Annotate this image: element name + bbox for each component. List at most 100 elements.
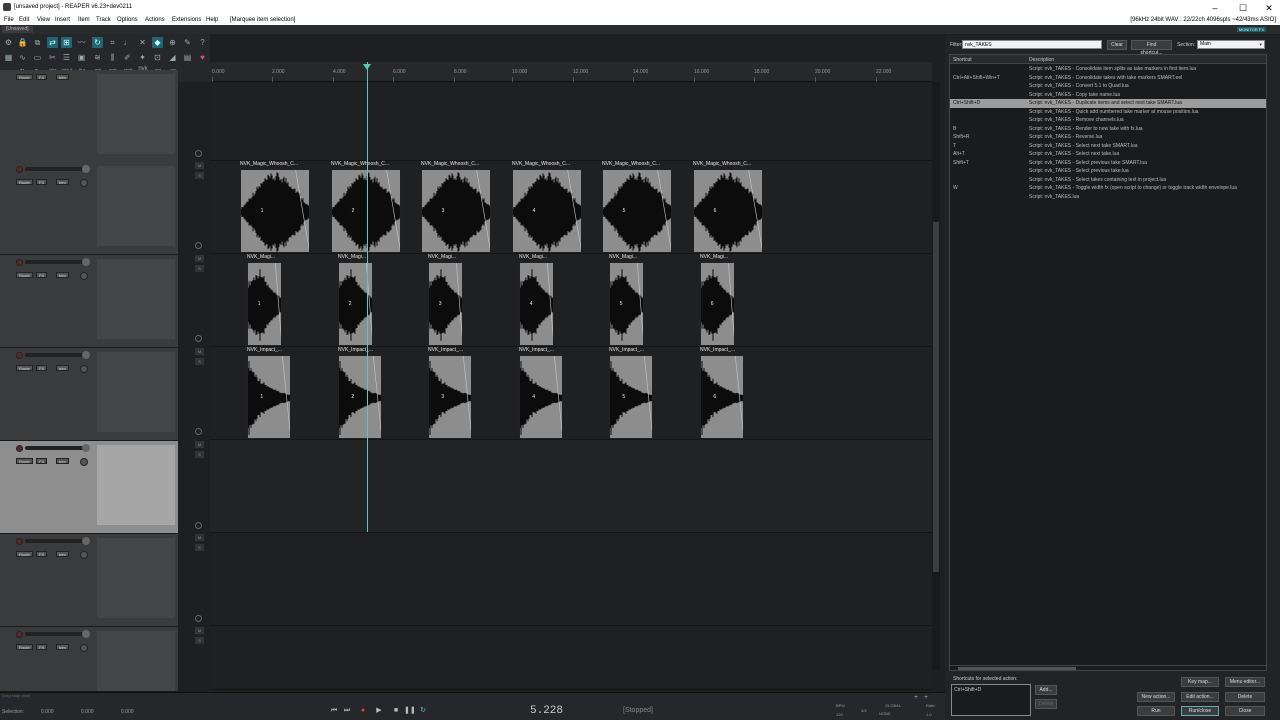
razor-icon[interactable]: ✂ — [47, 52, 58, 63]
mute-button[interactable]: M — [195, 162, 204, 169]
arrange-vertical-scrollbar[interactable] — [932, 82, 940, 670]
media-item[interactable]: 2 — [338, 355, 382, 439]
envelope-toggle-icon[interactable] — [195, 150, 202, 157]
mute-button[interactable]: M — [195, 627, 204, 634]
tools-icon[interactable]: ✎ — [182, 37, 193, 48]
media-item[interactable]: 5 — [609, 262, 644, 346]
action-row[interactable]: Alt+T Script: nvk_TAKES - Select next tak… — [950, 150, 1266, 159]
pan-knob[interactable] — [82, 630, 90, 638]
menu-editor-button[interactable]: Menu editor... — [1225, 677, 1265, 687]
record-arm-button[interactable] — [16, 166, 23, 173]
menu-help[interactable]: Help — [206, 17, 218, 23]
record-arm-icon[interactable]: ▤ — [182, 52, 193, 63]
media-item[interactable]: 5 — [609, 355, 653, 439]
solo-button[interactable]: S — [195, 358, 204, 365]
trim-button[interactable]: trim — [56, 458, 69, 464]
envelope-toggle-icon[interactable] — [195, 335, 202, 342]
track-name-field[interactable] — [97, 166, 175, 246]
record-arm-button[interactable] — [16, 259, 23, 266]
menu-view[interactable]: View — [37, 17, 50, 23]
pan-knob[interactable] — [82, 165, 90, 173]
trim-button[interactable]: trim — [56, 272, 69, 278]
delete-shortcut-button[interactable]: Delete — [1035, 699, 1057, 709]
action-row[interactable]: Script: nvk_TAKES - Select previous take… — [950, 167, 1266, 176]
fx-button[interactable]: FX — [36, 644, 48, 650]
repeat-icon[interactable]: ↻ — [418, 706, 428, 716]
menu-actions[interactable]: Actions — [145, 17, 165, 23]
close-window-button[interactable]: ✕ — [1256, 0, 1280, 16]
media-item[interactable]: 1 — [247, 355, 291, 439]
mute-button[interactable]: M — [195, 534, 204, 541]
action-row[interactable]: Shift+R Script: nvk_TAKES - Reverse.lua — [950, 133, 1266, 142]
action-row[interactable]: Script: nvk_TAKES - Remove channels.lua — [950, 116, 1266, 125]
split-icon[interactable]: ⧉ — [32, 37, 43, 48]
track-lane-6[interactable] — [210, 533, 932, 626]
track-2[interactable]: Route FX trim — [0, 162, 178, 255]
route-button[interactable]: Route — [16, 272, 33, 278]
record-icon[interactable]: ● — [358, 706, 368, 716]
shortcuts-for-selected-list[interactable]: Ctrl+Shift+D — [951, 684, 1031, 716]
run-close-button[interactable]: Run/close — [1181, 706, 1219, 716]
track-name-field[interactable] — [97, 631, 175, 691]
fx-button[interactable]: FX — [36, 551, 48, 557]
track-lane-4[interactable]: NVK_Impact_... 1 NVK_Impact_... 2 NVK_Impact… — [210, 347, 932, 440]
render-icon[interactable]: ▣ — [76, 52, 87, 63]
fx-button[interactable]: FX — [36, 365, 48, 371]
route-button[interactable]: Route — [16, 458, 33, 464]
wave-icon[interactable]: ∿ — [17, 52, 28, 63]
heart-icon[interactable]: ♥ — [197, 52, 208, 63]
star-icon[interactable]: ✦ — [137, 52, 148, 63]
clear-button[interactable]: Clear — [1107, 40, 1127, 50]
route-button[interactable]: Route — [16, 179, 33, 185]
action-row[interactable]: Script: nvk_TAKES.lua — [950, 193, 1266, 202]
action-row[interactable]: B Script: nvk_TAKES - Render to new take … — [950, 125, 1266, 134]
edit-action-button[interactable]: Edit action... — [1181, 692, 1219, 702]
track-name-field[interactable] — [97, 538, 175, 618]
track-lane-7[interactable] — [210, 626, 932, 690]
media-item[interactable]: 5 — [602, 169, 672, 253]
track-4[interactable]: Route FX trim — [0, 348, 178, 441]
zoom-in-icon[interactable]: + — [911, 693, 921, 703]
route-button[interactable]: Route — [16, 365, 33, 371]
scrollbar-thumb[interactable] — [933, 222, 939, 572]
metronome-icon[interactable]: ♩ — [122, 37, 133, 48]
pencil-icon[interactable]: ✐ — [122, 52, 133, 63]
action-row[interactable]: Script: nvk_TAKES - Quick add numbered t… — [950, 108, 1266, 117]
menu-edit[interactable]: Edit — [19, 17, 29, 23]
col-description-header[interactable]: Description — [1029, 57, 1054, 63]
track-6[interactable]: Route FX trim — [0, 534, 178, 627]
glue-icon[interactable]: ⊡ — [152, 52, 163, 63]
solo-button[interactable]: S — [195, 637, 204, 644]
mute-button[interactable]: M — [195, 255, 204, 262]
envelope-toggle-icon[interactable] — [195, 242, 202, 249]
fx-button[interactable]: FX — [36, 74, 48, 80]
fx-button[interactable]: FX — [36, 179, 48, 185]
media-item[interactable]: 6 — [700, 262, 735, 346]
envelope-toggle-icon[interactable] — [195, 615, 202, 622]
menu-options[interactable]: Options — [117, 17, 138, 23]
col-shortcut-header[interactable]: Shortcut — [953, 57, 972, 63]
io-button[interactable] — [80, 551, 88, 559]
pan-knob[interactable] — [82, 537, 90, 545]
zoom-out-icon[interactable]: + — [921, 693, 931, 703]
help-icon[interactable]: ? — [197, 37, 208, 48]
media-item[interactable]: 3 — [421, 169, 491, 253]
loop-icon[interactable]: ↻ — [92, 37, 103, 48]
envelope-icon[interactable]: 〰 — [76, 37, 87, 48]
pan-knob[interactable] — [82, 351, 90, 359]
arrange-view[interactable]: 0.000 2.000 4.000 6.000 8.000 10.000 12.… — [210, 62, 932, 690]
add-shortcut-button[interactable]: Add... — [1035, 685, 1057, 695]
volume-fader[interactable] — [25, 539, 85, 543]
key-map-button[interactable]: Key map... — [1181, 677, 1219, 687]
io-button[interactable] — [80, 179, 88, 187]
action-row[interactable]: Script: nvk_TAKES - Select takes contain… — [950, 176, 1266, 185]
menu-file[interactable]: File — [4, 17, 14, 23]
action-row[interactable]: T Script: nvk_TAKES - Select next take SM… — [950, 142, 1266, 151]
solo-button[interactable]: S — [195, 172, 204, 179]
action-row[interactable]: Shift+T Script: nvk_TAKES - Select previo… — [950, 159, 1266, 168]
media-item[interactable]: 4 — [512, 169, 582, 253]
selected-shortcut-entry[interactable]: Ctrl+Shift+D — [954, 687, 981, 693]
crossfade-icon[interactable]: ✕ — [137, 37, 148, 48]
audio-device-status[interactable]: [96kHz 24bit WAV : 22/22ch 4096spls ~42/… — [1130, 17, 1276, 23]
monitor-fx-badge[interactable]: MONITOR FX — [1236, 27, 1266, 32]
